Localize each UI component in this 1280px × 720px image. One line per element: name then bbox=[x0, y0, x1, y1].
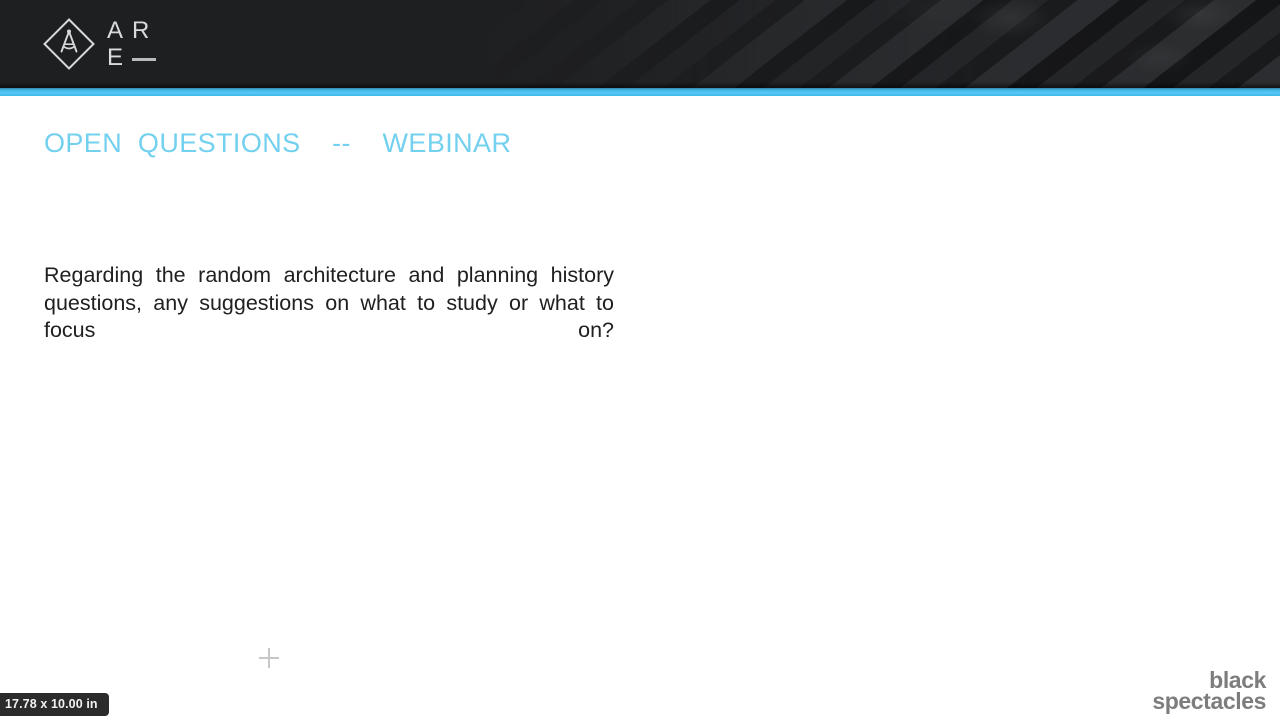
are-brand-logo: A R E bbox=[42, 14, 157, 74]
header-accent-bar bbox=[0, 88, 1280, 96]
crosshair-cursor bbox=[259, 648, 279, 668]
are-logo-line-1: A R bbox=[107, 18, 156, 45]
are-logo-letter-r: R bbox=[132, 17, 151, 44]
black-spectacles-watermark: black spectacles bbox=[1152, 668, 1266, 714]
are-logo-letter-a: A bbox=[107, 17, 125, 44]
slide-content-area: OPEN QUESTIONS -- WEBINAR Regarding the … bbox=[0, 96, 1280, 720]
are-logo-letter-e: E bbox=[107, 44, 125, 71]
header-dark-overlay bbox=[0, 0, 1280, 88]
slide-title: OPEN QUESTIONS -- WEBINAR bbox=[44, 128, 512, 158]
are-logo-line-2: E bbox=[107, 44, 157, 72]
are-compass-diamond-icon bbox=[43, 18, 95, 70]
are-logo-wordmark: A R E bbox=[107, 17, 157, 72]
slide-size-tooltip: 17.78 x 10.00 in bbox=[0, 693, 109, 716]
slide-header-banner bbox=[0, 0, 1280, 88]
watermark-line-2: spectacles bbox=[1152, 687, 1266, 714]
slide-question-text: Regarding the random architecture and pl… bbox=[44, 263, 614, 342]
presentation-slide: A R E OPEN QUESTIONS -- WEBINAR Regardin… bbox=[0, 0, 1280, 720]
are-logo-dash-mark bbox=[132, 58, 157, 61]
